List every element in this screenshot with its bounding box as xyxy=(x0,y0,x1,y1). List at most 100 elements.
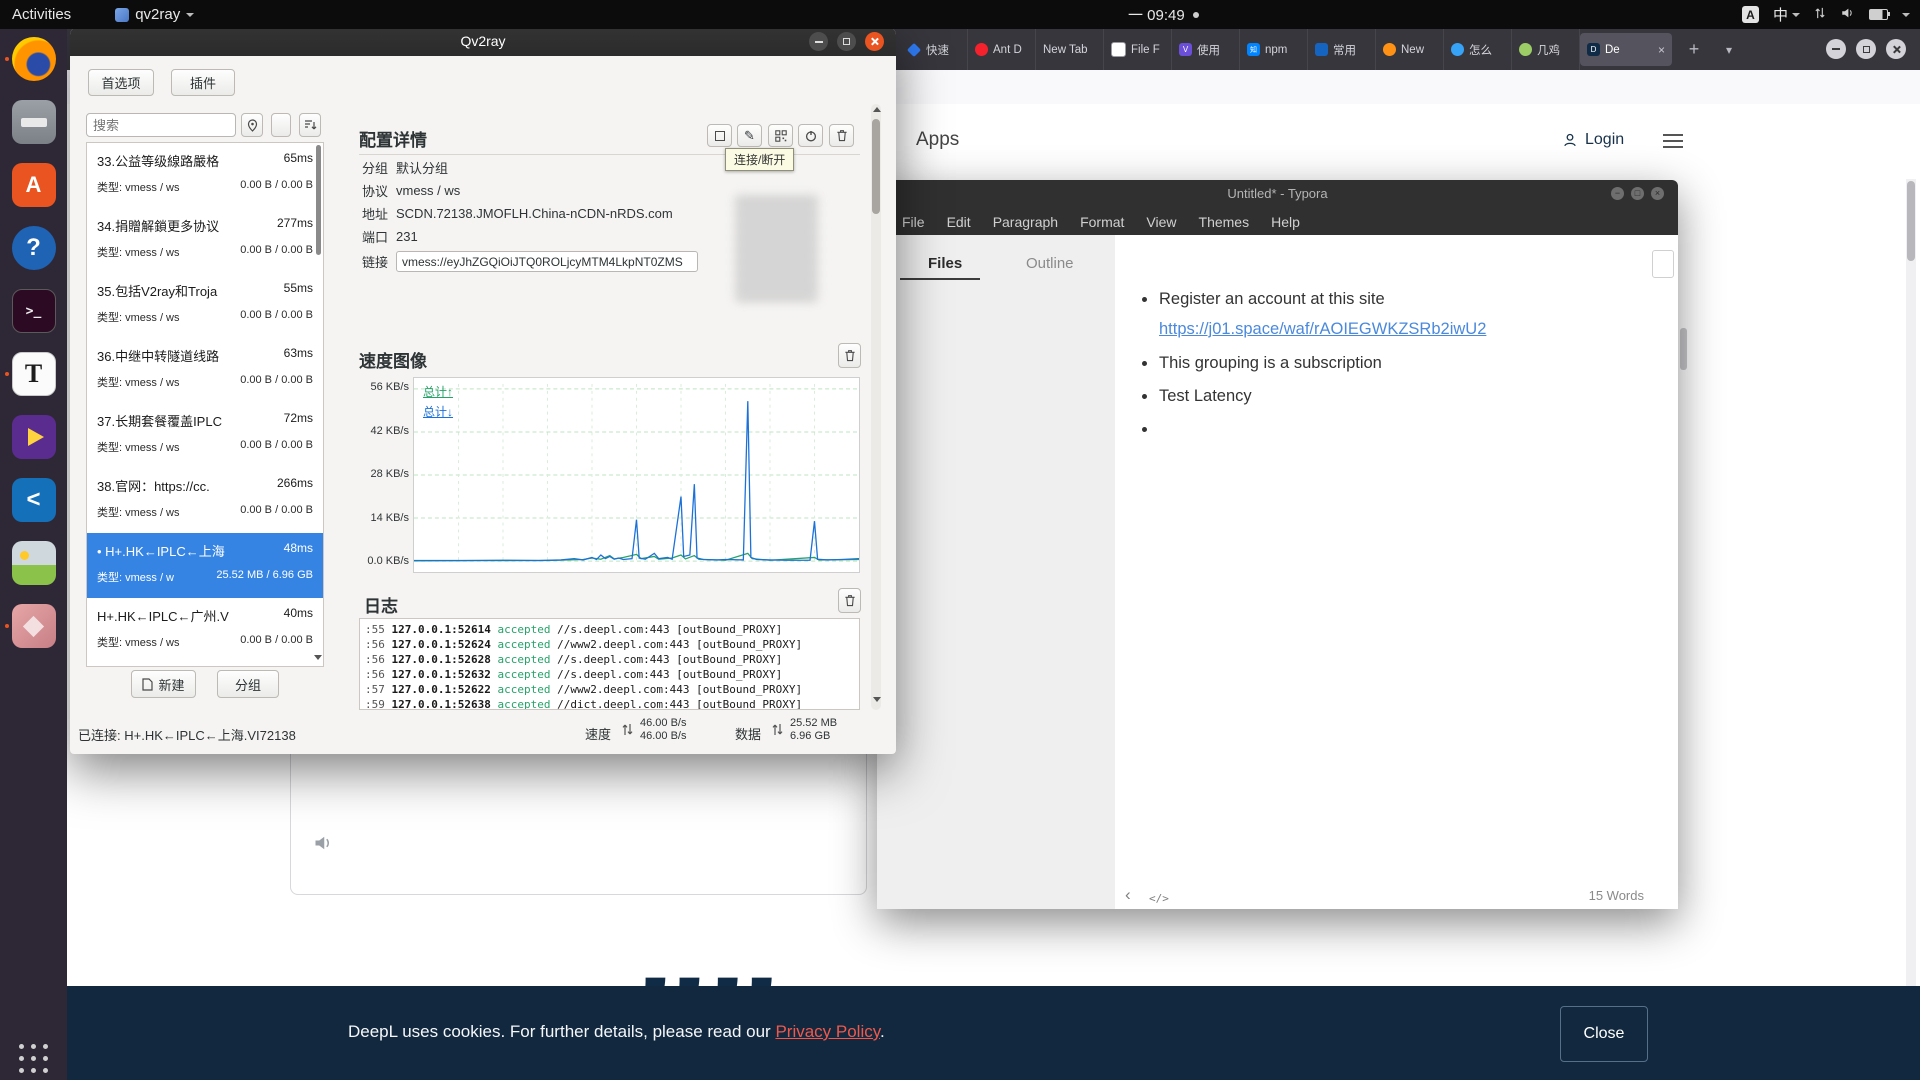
minimize-button[interactable] xyxy=(809,32,828,51)
language-indicator[interactable]: 中 xyxy=(1773,4,1800,25)
legend-total-up[interactable]: 总计↑ xyxy=(423,383,453,400)
tab-几鸡[interactable]: 几鸡 xyxy=(1512,29,1580,70)
tab-outline[interactable]: Outline xyxy=(1026,255,1074,272)
page-menu-icon[interactable] xyxy=(1663,134,1683,136)
log-output[interactable]: :55 127.0.0.1:52614 accepted //s.deepl.c… xyxy=(359,618,860,710)
preferences-button[interactable]: 首选项 xyxy=(88,69,154,96)
edit-button[interactable]: ✎ xyxy=(737,124,762,147)
search-input[interactable] xyxy=(86,113,236,137)
clear-graph-button[interactable] xyxy=(838,343,861,368)
blank-tool-button[interactable] xyxy=(271,113,291,137)
connect-toggle-button[interactable] xyxy=(798,124,823,147)
dock-help[interactable] xyxy=(12,226,56,270)
typora-editor[interactable]: Register an account at this sitehttps://… xyxy=(1115,235,1678,909)
group-button[interactable]: 分组 xyxy=(217,670,279,698)
dock-vscode[interactable] xyxy=(12,478,56,522)
scroll-down-icon[interactable] xyxy=(873,697,881,702)
panel-scrollbar-thumb[interactable] xyxy=(872,119,880,214)
menu-themes[interactable]: Themes xyxy=(1188,214,1261,230)
server-row[interactable]: 35.包括V2ray和Troja55ms类型: vmess / ws0.00 B… xyxy=(87,273,323,338)
maximize-button[interactable]: □ xyxy=(1631,187,1644,200)
clear-log-button[interactable] xyxy=(838,588,861,613)
maximize-button[interactable] xyxy=(837,32,856,51)
input-method-icon[interactable]: A xyxy=(1742,6,1759,23)
app-menu[interactable]: qv2ray xyxy=(103,0,206,29)
page-scrollbar-fragment[interactable] xyxy=(1680,328,1687,370)
close-button[interactable]: × xyxy=(1651,187,1664,200)
nav-apps[interactable]: Apps xyxy=(916,129,959,151)
blank-square-button[interactable] xyxy=(707,124,732,147)
collapse-sidebar-icon[interactable] xyxy=(1125,885,1131,905)
tab-close-icon[interactable]: × xyxy=(1658,43,1665,57)
minimize-button[interactable]: − xyxy=(1611,187,1624,200)
activities-button[interactable]: Activities xyxy=(0,0,83,29)
close-button[interactable] xyxy=(865,32,884,51)
server-row[interactable]: 36.中继中转隧道线路63ms类型: vmess / ws0.00 B / 0.… xyxy=(87,338,323,403)
panel-toggle-icon[interactable] xyxy=(1652,250,1674,278)
scrollbar-thumb[interactable] xyxy=(1907,181,1915,261)
server-row[interactable]: 37.长期套餐覆盖IPLC72ms类型: vmess / ws0.00 B / … xyxy=(87,403,323,468)
doc-link[interactable]: https://j01.space/waf/rAOIEGWKZSRb2iwU2 xyxy=(1159,320,1486,338)
tab-快速[interactable]: 快速 xyxy=(900,29,968,70)
dock-qv2ray[interactable] xyxy=(12,604,56,648)
login-button[interactable]: Login xyxy=(1562,131,1624,149)
tab-New Tab[interactable]: New Tab xyxy=(1036,29,1104,70)
server-row[interactable]: 38.官网：https://cc.266ms类型: vmess / ws0.00… xyxy=(87,468,323,533)
tab-New[interactable]: New xyxy=(1376,29,1444,70)
dock-show-apps[interactable] xyxy=(12,1036,56,1080)
maximize-button[interactable] xyxy=(1856,39,1876,59)
browser-scrollbar[interactable] xyxy=(1906,179,1916,1061)
share-link-input[interactable] xyxy=(396,251,698,272)
typora-titlebar[interactable]: Untitled* - Typora − □ × xyxy=(877,180,1678,208)
dock-purple-app[interactable] xyxy=(12,415,56,459)
server-row[interactable]: H+.HK←IPLC←广州.V40ms类型: vmess / ws0.00 B … xyxy=(87,598,323,663)
source-code-icon[interactable] xyxy=(1149,889,1169,907)
list-scroll-down-icon[interactable] xyxy=(314,655,322,660)
server-row[interactable]: 34.捐贈解鎖更多协议277ms类型: vmess / ws0.00 B / 0… xyxy=(87,208,323,273)
qv2ray-titlebar[interactable]: Qv2ray xyxy=(70,27,896,56)
delete-button[interactable] xyxy=(829,124,854,147)
dock-terminal[interactable] xyxy=(12,289,56,333)
tab-常用[interactable]: 常用 xyxy=(1308,29,1376,70)
legend-total-down[interactable]: 总计↓ xyxy=(423,403,453,420)
list-scrollbar-thumb[interactable] xyxy=(316,145,321,255)
plugins-button[interactable]: 插件 xyxy=(171,69,235,96)
tab-npm[interactable]: 知npm xyxy=(1240,29,1308,70)
clock[interactable]: 一 09:49 xyxy=(1128,0,1199,29)
menu-format[interactable]: Format xyxy=(1069,214,1135,230)
tab-File F[interactable]: File F xyxy=(1104,29,1172,70)
cookie-close-button[interactable]: Close xyxy=(1560,1006,1648,1062)
dock-typora[interactable] xyxy=(12,352,56,396)
tab-使用[interactable]: V使用 xyxy=(1172,29,1240,70)
new-button[interactable]: 新建 xyxy=(131,670,196,698)
tab-De[interactable]: DDe× xyxy=(1580,33,1672,66)
menu-file[interactable]: File xyxy=(891,214,936,230)
menu-help[interactable]: Help xyxy=(1260,214,1311,230)
server-row[interactable]: • H+.HK←IPLC←上海48ms类型: vmess / w25.52 MB… xyxy=(87,533,323,598)
dock-ubuntu-software[interactable] xyxy=(12,163,56,207)
volume-icon[interactable] xyxy=(1840,6,1855,24)
menu-view[interactable]: View xyxy=(1135,214,1187,230)
speaker-icon[interactable] xyxy=(313,833,333,858)
dock-firefox[interactable] xyxy=(12,37,56,81)
qr-code-button[interactable] xyxy=(768,124,793,147)
network-arrows-icon[interactable] xyxy=(1814,6,1826,24)
minimize-button[interactable] xyxy=(1826,39,1846,59)
tab-Ant D[interactable]: Ant D xyxy=(968,29,1036,70)
menu-edit[interactable]: Edit xyxy=(936,214,982,230)
dock-photos[interactable] xyxy=(12,541,56,585)
location-pin-button[interactable] xyxy=(241,113,263,137)
menu-paragraph[interactable]: Paragraph xyxy=(982,214,1069,230)
dock-files[interactable] xyxy=(12,100,56,144)
battery-icon[interactable] xyxy=(1869,9,1888,20)
tab-overflow-button[interactable]: ▾ xyxy=(1717,37,1741,63)
scroll-up-icon[interactable] xyxy=(873,107,881,112)
system-tray[interactable]: A 中 xyxy=(1742,0,1916,29)
chevron-down-icon[interactable] xyxy=(1902,13,1910,17)
tab-怎么[interactable]: 怎么 xyxy=(1444,29,1512,70)
sort-button[interactable] xyxy=(299,113,321,137)
server-row[interactable]: 33.公益等级線路嚴格65ms类型: vmess / ws0.00 B / 0.… xyxy=(87,143,323,208)
privacy-policy-link[interactable]: Privacy Policy xyxy=(775,1022,880,1041)
close-button[interactable] xyxy=(1886,39,1906,59)
tab-files[interactable]: Files xyxy=(928,255,962,272)
